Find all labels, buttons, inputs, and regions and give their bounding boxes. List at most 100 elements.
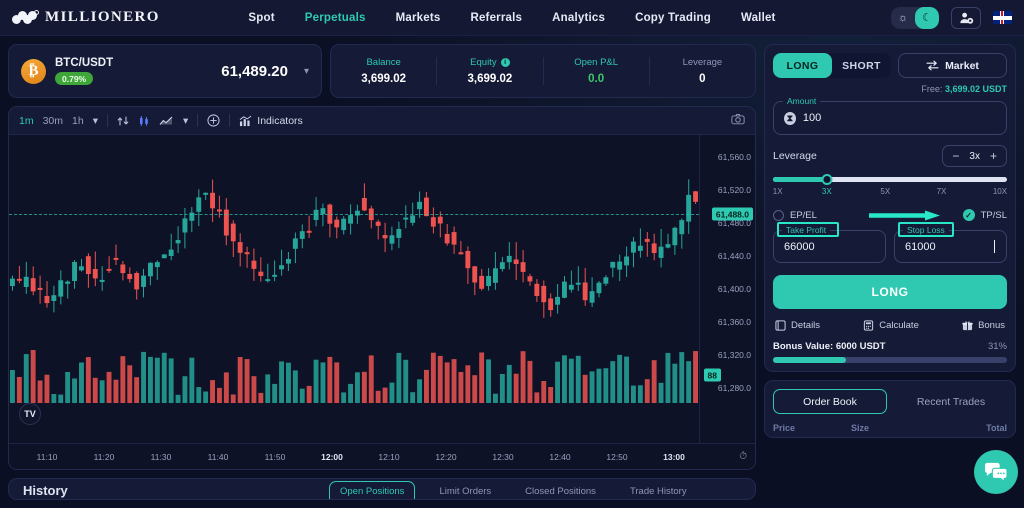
free-balance: Free: 3,699.02 USDT [773, 84, 1007, 94]
time-tick: 11:10 [36, 451, 58, 462]
sun-icon[interactable]: ☼ [891, 7, 915, 29]
time-tick: 12:40 [549, 451, 571, 462]
timeframe-30m[interactable]: 30m [43, 115, 63, 127]
tab-order-book[interactable]: Order Book [773, 389, 887, 414]
calculate-link[interactable]: Calculate [863, 320, 919, 331]
price-tick: 61,400.0 [717, 284, 751, 294]
tradingview-logo-icon[interactable]: TV [19, 403, 41, 425]
leverage-label: Leverage [773, 150, 817, 162]
top-header: MILLIONERO Spot Perpetuals Markets Referral… [0, 0, 1024, 36]
change-badge: 0.79% [55, 72, 94, 85]
divider [229, 114, 231, 127]
slider-knob[interactable] [821, 174, 833, 185]
tab-trade-history[interactable]: Trade History [620, 482, 697, 500]
volume-tag: 88 [703, 368, 721, 382]
tpsl-checkbox-box: ✓ [962, 209, 975, 221]
time-tick: 11:40 [207, 451, 229, 462]
order-type-selector[interactable]: Market [898, 53, 1007, 78]
current-price-line [9, 214, 699, 215]
screenshot-camera-icon[interactable] [731, 113, 745, 128]
nav-item-analytics[interactable]: Analytics [552, 12, 605, 24]
bonus-row: Bonus Value: 6000 USDT 31% [773, 341, 1007, 352]
leverage-tick[interactable]: 1X [773, 187, 783, 196]
leverage-stepper[interactable]: − 3x + [942, 145, 1007, 167]
orderbook-tabs: Order Book Recent Trades [773, 389, 1007, 414]
pair-selector[interactable]: ₿ BTC/USDT 0.79% 61,489.20 ▾ [8, 44, 322, 98]
clock-icon[interactable]: ⏱ [739, 451, 747, 462]
slider-fill [773, 177, 827, 182]
free-label: Free: [921, 84, 943, 94]
millionero-logo-icon [12, 9, 39, 26]
add-indicator-icon[interactable] [207, 114, 220, 127]
stop-loss-field[interactable]: Stop Loss [894, 222, 1007, 263]
submit-long-button[interactable]: LONG [773, 275, 1007, 309]
long-tab[interactable]: LONG [773, 53, 832, 78]
account-button[interactable] [951, 6, 981, 29]
timeframe-chevron-down-icon[interactable]: ▾ [93, 115, 98, 127]
moon-icon[interactable]: ☾ [915, 6, 939, 29]
brand-logo[interactable]: MILLIONERO [12, 9, 248, 26]
leverage-plus-button[interactable]: + [990, 149, 997, 163]
chart-type-chevron-down-icon[interactable]: ▾ [183, 115, 188, 127]
leverage-minus-button[interactable]: − [952, 149, 959, 163]
timeframe-1h[interactable]: 1h [72, 115, 84, 127]
pair-info: BTC/USDT 0.79% [55, 57, 113, 85]
tpsl-checkbox[interactable]: ✓ TP/SL [962, 209, 1007, 221]
bitcoin-icon: ₿ [21, 58, 46, 84]
short-tab[interactable]: SHORT [832, 53, 891, 78]
bonus-label: Bonus [978, 320, 1005, 331]
epel-checkbox[interactable]: EP/EL [773, 209, 817, 221]
stat-value: 0 [699, 73, 706, 85]
leverage-tick[interactable]: 10X [993, 187, 1007, 196]
nav-item-referrals[interactable]: Referrals [470, 12, 522, 24]
take-profit-input[interactable] [784, 240, 875, 253]
chevron-down-icon[interactable]: ▾ [304, 66, 309, 77]
text-cursor [994, 240, 995, 253]
area-chart-icon[interactable] [159, 115, 174, 127]
indicators-button[interactable]: Indicators [239, 115, 303, 127]
nav-item-perpetuals[interactable]: Perpetuals [305, 12, 366, 24]
leverage-tick[interactable]: 5X [880, 187, 890, 196]
user-account-icon [959, 12, 973, 24]
leverage-ticks: 1X 3X 5X 7X 10X [773, 187, 1007, 199]
bonus-link[interactable]: Bonus [962, 320, 1005, 331]
stop-loss-input[interactable] [905, 240, 996, 253]
amount-input[interactable] [802, 112, 996, 124]
brand-name: MILLIONERO [45, 9, 160, 25]
price-axis[interactable]: 61,560.0 61,520.0 61,480.0 61,440.0 61,400.0… [699, 135, 755, 443]
tab-recent-trades[interactable]: Recent Trades [895, 389, 1007, 414]
candlestick-chart-icon[interactable] [138, 115, 150, 127]
nav-item-spot[interactable]: Spot [248, 12, 274, 24]
nav-item-copy-trading[interactable]: Copy Trading [635, 12, 711, 24]
stat-balance: Balance 3,699.02 [331, 57, 438, 85]
uk-flag-icon[interactable] [993, 11, 1012, 24]
details-link[interactable]: Details [775, 320, 820, 331]
tab-open-positions[interactable]: Open Positions [329, 481, 416, 499]
details-label: Details [791, 320, 821, 331]
leverage-tick[interactable]: 3X [822, 187, 832, 196]
time-axis[interactable]: ⏱ 11:10 11:20 11:30 11:40 11:50 12:00 12:10 12:… [9, 443, 755, 469]
nav-item-wallet[interactable]: Wallet [741, 12, 776, 24]
chart-canvas[interactable]: TV 61,560.0 61,520.0 61,480.0 61,440.0 61,40… [9, 135, 755, 469]
indicators-label: Indicators [257, 114, 303, 127]
tab-limit-orders[interactable]: Limit Orders [429, 482, 501, 500]
leverage-tick[interactable]: 7X [937, 187, 947, 196]
amount-field[interactable]: Amount ⧗ [773, 96, 1007, 135]
column-size: Size [851, 423, 870, 433]
stat-label: Open P&L [574, 57, 619, 68]
timeframe-1m[interactable]: 1m [19, 115, 34, 127]
pair-price: 61,489.20 [221, 62, 288, 80]
side-toggle[interactable]: LONG SHORT [773, 53, 891, 78]
main-nav: Spot Perpetuals Markets Referrals Analytics C… [248, 12, 775, 24]
info-icon[interactable]: i [500, 58, 510, 67]
leverage-slider[interactable] [773, 174, 1007, 185]
tab-closed-positions[interactable]: Closed Positions [515, 482, 606, 500]
calculator-icon [864, 320, 874, 331]
theme-toggle[interactable]: ☼ ☾ [891, 6, 939, 29]
order-links: Details Calculate Bonus [773, 320, 1007, 331]
nav-item-markets[interactable]: Markets [396, 12, 441, 24]
chat-support-button[interactable] [974, 450, 1018, 494]
pair-name: BTC/USDT [55, 57, 114, 69]
compare-icon[interactable] [117, 115, 129, 127]
take-profit-field[interactable]: Take Profit [773, 222, 886, 263]
